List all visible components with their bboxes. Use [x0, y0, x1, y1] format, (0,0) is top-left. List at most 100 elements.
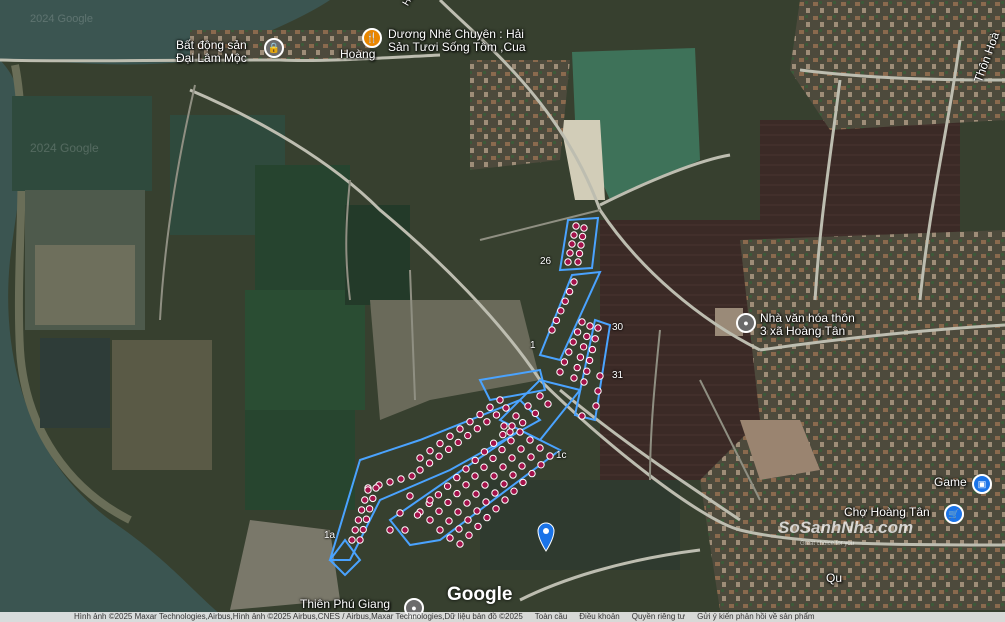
plot-marker[interactable] — [508, 422, 516, 430]
plot-marker[interactable] — [397, 475, 405, 483]
plot-marker[interactable] — [594, 324, 602, 332]
plot-marker[interactable] — [579, 343, 588, 351]
plot-marker[interactable] — [462, 465, 470, 473]
plot-marker[interactable] — [455, 525, 463, 533]
plot-marker[interactable] — [506, 428, 514, 436]
plot-marker[interactable] — [369, 494, 377, 503]
label-real-estate[interactable]: Bất động sản Đại Lâm Mộc — [176, 39, 247, 65]
plot-marker[interactable] — [565, 287, 574, 296]
plot-marker[interactable] — [474, 522, 482, 531]
plot-marker[interactable] — [518, 418, 527, 427]
plot-marker[interactable] — [568, 240, 576, 248]
cultural-house-pin[interactable]: ● — [736, 313, 756, 333]
label-thien-phu[interactable]: Thiên Phú Giang — [300, 598, 390, 611]
plot-marker[interactable] — [453, 489, 461, 498]
plot-marker[interactable] — [500, 480, 508, 488]
plot-marker[interactable] — [578, 232, 587, 241]
plot-marker[interactable] — [492, 505, 500, 513]
plot-marker[interactable] — [464, 431, 472, 440]
plot-marker[interactable] — [480, 463, 488, 471]
plot-marker[interactable] — [573, 328, 582, 336]
plot-marker[interactable] — [356, 536, 364, 544]
plot-marker[interactable] — [572, 222, 580, 230]
plot-marker[interactable] — [570, 231, 578, 239]
plot-marker[interactable] — [473, 507, 481, 515]
plot-marker[interactable] — [466, 418, 474, 426]
terms-link[interactable]: Điều khoản — [579, 612, 619, 622]
feedback-link[interactable]: Gửi ý kiến phản hồi về sản phẩm — [697, 612, 814, 622]
plot-marker[interactable] — [456, 425, 464, 433]
plot-marker[interactable] — [496, 396, 504, 404]
plot-marker[interactable] — [502, 404, 510, 412]
plot-marker[interactable] — [351, 526, 359, 534]
plot-marker[interactable] — [482, 498, 490, 506]
plot-marker[interactable] — [406, 492, 414, 500]
plot-marker[interactable] — [436, 439, 444, 448]
plot-marker[interactable] — [446, 432, 454, 440]
plot-marker[interactable] — [476, 410, 484, 419]
plot-marker[interactable] — [583, 367, 591, 375]
plot-marker[interactable] — [586, 322, 594, 330]
plot-marker[interactable] — [436, 526, 444, 534]
plot-marker[interactable] — [463, 499, 471, 507]
plot-marker[interactable] — [576, 353, 585, 361]
plot-marker[interactable] — [357, 506, 366, 514]
plot-marker[interactable] — [565, 348, 573, 356]
plot-marker[interactable] — [489, 439, 498, 447]
plot-marker[interactable] — [592, 402, 600, 410]
plot-marker[interactable] — [518, 462, 526, 470]
plot-marker[interactable] — [401, 526, 409, 534]
plot-marker[interactable] — [528, 469, 536, 478]
plot-marker[interactable] — [364, 486, 372, 494]
game-pin[interactable]: ▣ — [972, 474, 992, 494]
plot-marker[interactable] — [413, 511, 422, 519]
plot-marker[interactable] — [464, 516, 472, 524]
plot-marker[interactable] — [348, 536, 356, 544]
plot-marker[interactable] — [577, 241, 585, 249]
plot-marker[interactable] — [483, 418, 491, 426]
plot-marker[interactable] — [552, 316, 561, 325]
plot-marker[interactable] — [501, 496, 509, 504]
plot-marker[interactable] — [507, 437, 515, 445]
plot-marker[interactable] — [531, 409, 540, 418]
label-seafood[interactable]: Dương Nhẽ Chuyên : Hải Sản Tươi Sống Tôm… — [388, 28, 526, 54]
plot-marker[interactable] — [386, 526, 394, 534]
plot-marker[interactable] — [573, 363, 581, 372]
plot-marker[interactable] — [561, 297, 569, 305]
plot-marker[interactable] — [454, 508, 462, 516]
plot-marker[interactable] — [580, 378, 588, 386]
plot-marker[interactable] — [444, 445, 453, 454]
plot-marker[interactable] — [453, 473, 461, 482]
global-link[interactable]: Toàn cầu — [535, 612, 567, 622]
plot-marker[interactable] — [570, 374, 578, 382]
plot-marker[interactable] — [435, 507, 443, 515]
plot-marker[interactable] — [416, 454, 424, 462]
plot-marker[interactable] — [408, 472, 416, 480]
plot-marker[interactable] — [481, 481, 489, 489]
plot-marker[interactable] — [508, 454, 516, 462]
plot-marker[interactable] — [396, 509, 404, 517]
seafood-pin[interactable]: 🍴 — [362, 28, 382, 48]
plot-marker[interactable] — [570, 278, 578, 286]
plot-marker[interactable] — [519, 478, 527, 487]
plot-marker[interactable] — [465, 531, 473, 539]
plot-marker[interactable] — [462, 481, 470, 489]
real-estate-pin[interactable]: 🔒 — [264, 38, 284, 58]
plot-marker[interactable] — [510, 487, 518, 495]
plot-marker[interactable] — [365, 505, 374, 513]
plot-marker[interactable] — [425, 459, 434, 467]
plot-marker[interactable] — [416, 466, 424, 474]
plot-marker[interactable] — [517, 445, 525, 453]
plot-marker[interactable] — [560, 358, 569, 366]
plot-marker[interactable] — [500, 422, 508, 430]
plot-marker[interactable] — [499, 430, 507, 439]
plot-marker[interactable] — [354, 516, 363, 524]
plot-marker[interactable] — [454, 438, 462, 447]
plot-marker[interactable] — [556, 368, 564, 376]
plot-marker[interactable] — [490, 472, 498, 480]
plot-marker[interactable] — [574, 258, 582, 266]
plot-marker[interactable] — [446, 534, 454, 542]
plot-marker[interactable] — [585, 356, 594, 365]
plot-marker[interactable] — [362, 515, 371, 523]
plot-marker[interactable] — [491, 489, 499, 497]
